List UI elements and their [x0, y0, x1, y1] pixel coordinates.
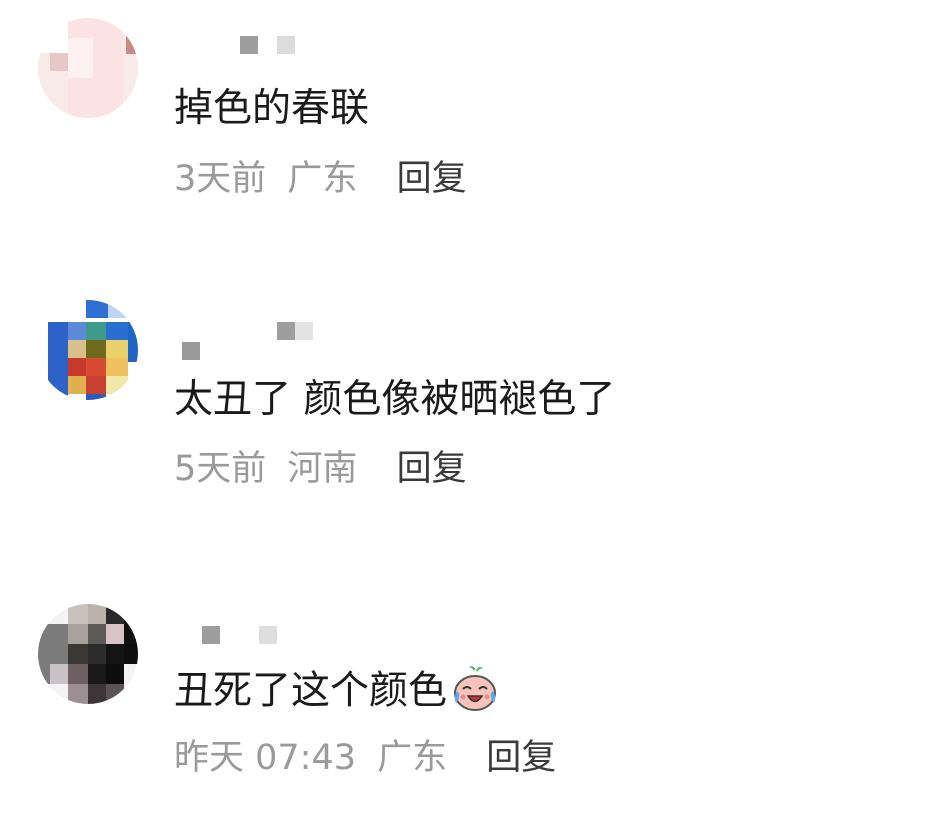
comment-item: 丑死了这个颜色 昨天 07:43 广东 回复	[0, 0, 944, 824]
comment-meta: 昨天 07:43 广东 回复	[174, 741, 566, 776]
reply-button[interactable]: 回复	[486, 738, 556, 778]
comment-text: 丑死了这个颜色	[174, 666, 499, 717]
pixelated-avatar-icon	[38, 604, 138, 704]
avatar[interactable]	[38, 604, 138, 704]
comment-location: 广东	[377, 738, 448, 778]
crying-laughing-emoji-icon	[454, 666, 497, 711]
comment-time: 昨天 07:43	[174, 738, 356, 778]
comment-text-body: 丑死了这个颜色	[174, 668, 448, 714]
